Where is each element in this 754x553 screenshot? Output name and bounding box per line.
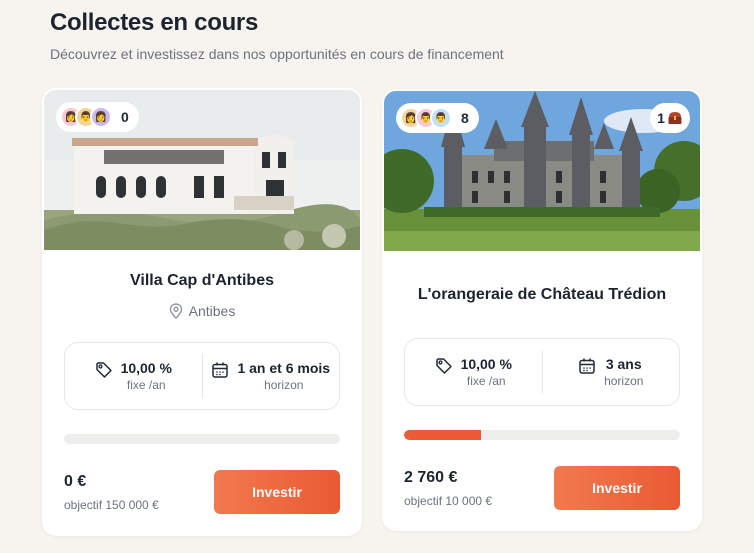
project-card-villa[interactable]: 👩 👨 👩 0 Villa Cap d'Antibes Antibes 10,0… [42, 88, 362, 536]
horizon-stat: 3 ans horizon [543, 356, 680, 388]
project-location: Antibes [42, 303, 362, 319]
funding-goal: objectif 150 000 € [64, 498, 159, 512]
calendar-icon [579, 358, 595, 374]
project-card-chateau[interactable]: 👩 👨 👨 8 1 L'orangeraie de Château Trédio… [382, 89, 702, 531]
avatar: 👩 [90, 106, 112, 128]
badge-count: 1 [657, 110, 665, 126]
project-title[interactable]: Villa Cap d'Antibes [42, 272, 362, 290]
investor-count: 0 [121, 109, 129, 125]
calendar-icon [212, 362, 229, 378]
rate-stat: 10,00 % fixe /an [405, 356, 542, 388]
page-title: Collectes en cours [50, 9, 259, 36]
rate-value: 10,00 % [460, 356, 512, 372]
raised-amount: 0 € [64, 473, 87, 490]
investor-avatars: 👩 👨 👩 0 [56, 102, 139, 132]
rate-stat: 10,00 % fixe /an [65, 360, 202, 392]
tag-icon [95, 362, 112, 378]
project-stats: 10,00 % fixe /an 3 ans horizon [404, 338, 680, 406]
project-title[interactable]: L'orangeraie de Château Trédion [382, 286, 702, 304]
project-image: 👩 👨 👨 8 1 [384, 91, 700, 251]
location-label: Antibes [188, 303, 236, 319]
horizon-value: 1 an et 6 mois [237, 360, 331, 376]
invest-button[interactable]: Investir [554, 466, 680, 510]
horizon-sub: horizon [604, 374, 644, 388]
funding-progress-bar [404, 430, 680, 440]
investor-avatars: 👩 👨 👨 8 [396, 103, 479, 133]
rate-sub: fixe /an [126, 378, 166, 392]
chest-icon [668, 112, 682, 124]
avatar: 👨 [430, 107, 452, 129]
raised-amount: 2 760 € [404, 469, 458, 486]
map-pin-icon [169, 303, 182, 319]
funding-progress-bar [64, 434, 340, 444]
rate-value: 10,00 % [120, 360, 172, 376]
rate-sub: fixe /an [466, 374, 506, 388]
project-stats: 10,00 % fixe /an 1 an et 6 mois horizon [64, 342, 340, 410]
project-image: 👩 👨 👩 0 [44, 90, 360, 250]
investor-count: 8 [461, 110, 469, 126]
tag-icon [435, 358, 452, 374]
horizon-sub: horizon [264, 378, 304, 392]
horizon-value: 3 ans [605, 356, 642, 372]
horizon-stat: 1 an et 6 mois horizon [203, 360, 340, 392]
funding-goal: objectif 10 000 € [404, 494, 493, 508]
funding-progress-fill [404, 430, 482, 440]
invest-button[interactable]: Investir [214, 470, 340, 514]
badge: 1 [650, 103, 690, 133]
page-subtitle: Découvrez et investissez dans nos opport… [50, 46, 504, 62]
